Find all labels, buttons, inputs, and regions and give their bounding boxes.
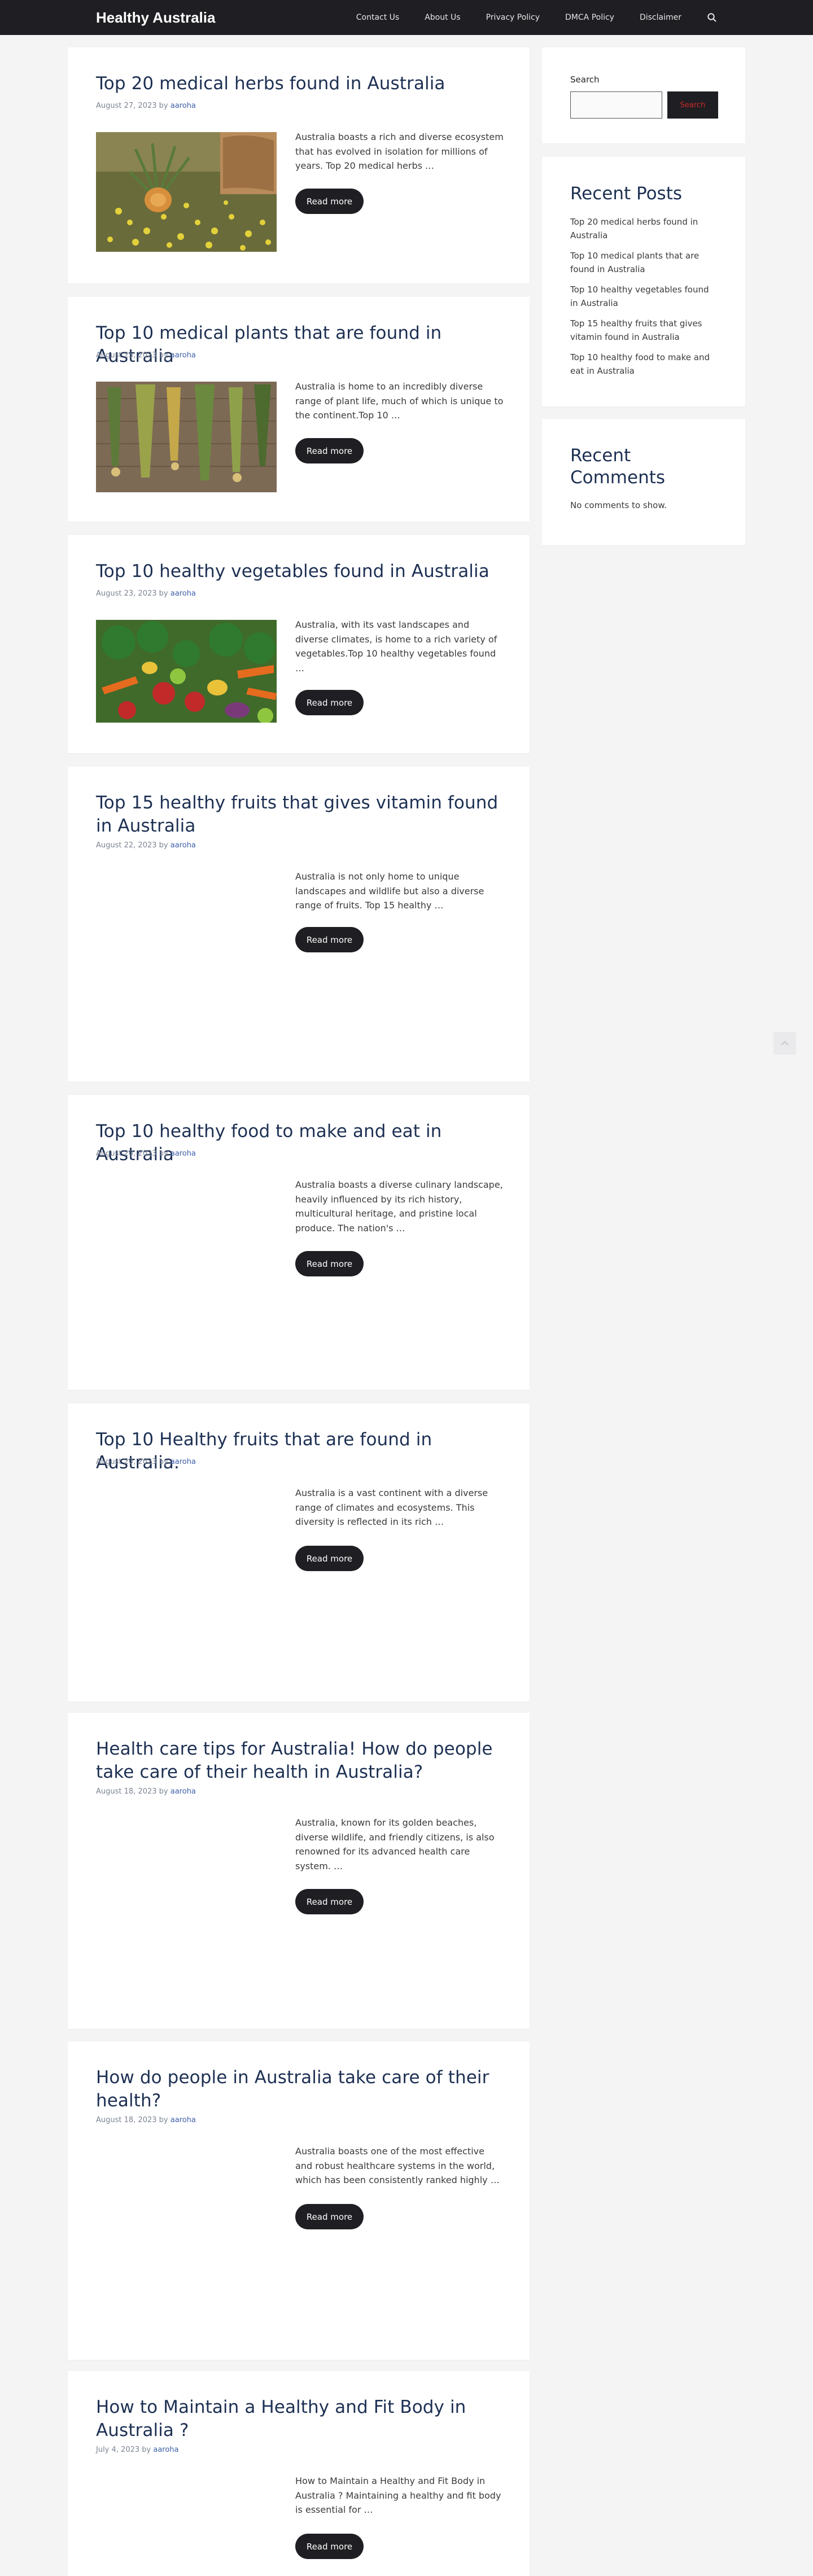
- main-navigation: Contact Us About Us Privacy Policy DMCA …: [331, 0, 717, 35]
- nav-contact-us[interactable]: Contact Us: [356, 13, 399, 22]
- post-card: Health care tips for Australia! How do p…: [68, 1713, 530, 2029]
- search-icon[interactable]: [707, 12, 717, 23]
- read-more-button[interactable]: Read more: [295, 1251, 364, 1276]
- post-date[interactable]: August 18, 2023: [96, 2116, 157, 2124]
- post-excerpt: Australia boasts a rich and diverse ecos…: [295, 132, 504, 172]
- post-title[interactable]: How to Maintain a Healthy and Fit Body i…: [96, 2396, 502, 2442]
- post-title[interactable]: Top 10 medical plants that are found in …: [96, 322, 502, 368]
- post-date[interactable]: August 22, 2023: [96, 841, 157, 850]
- post-author[interactable]: aaroha: [171, 1458, 196, 1466]
- recent-post-link[interactable]: Top 20 medical herbs found in Australia: [570, 215, 717, 242]
- post-excerpt: Australia is home to an incredibly diver…: [295, 381, 504, 421]
- post-card: Top 10 healthy vegetables found in Austr…: [68, 535, 530, 753]
- post-meta: August 20, 2023 by aaroha: [96, 1458, 196, 1466]
- recent-posts-widget: Recent Posts Top 20 medical herbs found …: [542, 157, 745, 406]
- read-more-button[interactable]: Read more: [295, 2534, 364, 2559]
- post-excerpt: Australia boasts a diverse culinary land…: [295, 1179, 503, 1234]
- post-meta: August 25, 2023 by aaroha: [96, 351, 196, 360]
- post-title[interactable]: Health care tips for Australia! How do p…: [96, 1738, 502, 1784]
- recent-post-link[interactable]: Top 15 healthy fruits that gives vitamin…: [570, 317, 717, 344]
- post-author[interactable]: aaroha: [171, 1149, 196, 1158]
- post-author[interactable]: aaroha: [153, 2446, 178, 2454]
- no-comments-text: No comments to show.: [570, 500, 667, 510]
- post-title[interactable]: Top 10 Healthy fruits that are found in …: [96, 1428, 502, 1475]
- nav-dmca-policy[interactable]: DMCA Policy: [565, 13, 614, 22]
- post-date[interactable]: August 23, 2023: [96, 589, 157, 598]
- post-title[interactable]: How do people in Australia take care of …: [96, 2066, 502, 2113]
- post-thumbnail-vegetables[interactable]: [96, 620, 277, 723]
- recent-post-link[interactable]: Top 10 healthy vegetables found in Austr…: [570, 283, 717, 310]
- post-date[interactable]: August 25, 2023: [96, 351, 157, 360]
- post-title[interactable]: Top 20 medical herbs found in Australia: [96, 72, 502, 95]
- post-meta: August 18, 2023 by aaroha: [96, 1787, 196, 1796]
- post-title[interactable]: Top 10 healthy vegetables found in Austr…: [96, 560, 502, 583]
- read-more-button[interactable]: Read more: [295, 1889, 364, 1914]
- post-card: How do people in Australia take care of …: [68, 2041, 530, 2360]
- post-date[interactable]: August 27, 2023: [96, 102, 157, 110]
- recent-posts-list: Top 20 medical herbs found in Australia …: [570, 215, 717, 384]
- post-meta: July 4, 2023 by aaroha: [96, 2446, 179, 2454]
- post-meta: August 27, 2023 by aaroha: [96, 102, 196, 110]
- post-thumbnail-plants[interactable]: [96, 382, 277, 492]
- read-more-button[interactable]: Read more: [295, 690, 364, 715]
- site-header: Healthy Australia Contact Us About Us Pr…: [0, 0, 813, 35]
- post-author[interactable]: aaroha: [171, 589, 196, 598]
- read-more-button[interactable]: Read more: [295, 1546, 364, 1571]
- post-thumbnail-herbs[interactable]: [96, 132, 277, 252]
- recent-comments-title: Recent Comments: [570, 445, 666, 488]
- read-more-button[interactable]: Read more: [295, 189, 364, 214]
- search-widget: Search Search: [542, 47, 745, 143]
- post-author[interactable]: aaroha: [171, 351, 196, 360]
- post-meta: August 23, 2023 by aaroha: [96, 589, 196, 598]
- search-input[interactable]: [570, 91, 662, 119]
- read-more-button[interactable]: Read more: [295, 438, 364, 463]
- post-card: Top 10 healthy food to make and eat in A…: [68, 1095, 530, 1390]
- post-date[interactable]: August 20, 2023: [96, 1149, 157, 1158]
- post-author[interactable]: aaroha: [171, 1787, 196, 1796]
- recent-comments-widget: Recent Comments No comments to show.: [542, 419, 745, 545]
- post-author[interactable]: aaroha: [171, 102, 196, 110]
- post-excerpt: Australia is not only home to unique lan…: [295, 871, 484, 911]
- recent-posts-title: Recent Posts: [570, 183, 683, 204]
- post-excerpt: Australia, known for its golden beaches,…: [295, 1817, 495, 1871]
- read-more-button[interactable]: Read more: [295, 2204, 364, 2229]
- post-card: Top 20 medical herbs found in Australia …: [68, 47, 530, 283]
- post-date[interactable]: August 20, 2023: [96, 1458, 157, 1466]
- chevron-up-icon: [781, 1040, 789, 1046]
- post-card: How to Maintain a Healthy and Fit Body i…: [68, 2371, 530, 2576]
- post-meta: August 18, 2023 by aaroha: [96, 2116, 196, 2124]
- post-excerpt: Australia, with its vast landscapes and …: [295, 619, 497, 673]
- scroll-to-top-button[interactable]: [773, 1032, 796, 1055]
- post-author[interactable]: aaroha: [171, 2116, 196, 2124]
- nav-privacy-policy[interactable]: Privacy Policy: [486, 13, 540, 22]
- recent-post-link[interactable]: Top 10 medical plants that are found in …: [570, 249, 717, 276]
- post-date[interactable]: July 4, 2023: [96, 2446, 139, 2454]
- post-author[interactable]: aaroha: [171, 841, 196, 850]
- post-excerpt: Australia is a vast continent with a div…: [295, 1488, 488, 1528]
- nav-about-us[interactable]: About Us: [425, 13, 460, 22]
- post-card: Top 10 medical plants that are found in …: [68, 297, 530, 522]
- search-label: Search: [570, 75, 600, 85]
- post-excerpt: Australia boasts one of the most effecti…: [295, 2146, 500, 2186]
- nav-disclaimer[interactable]: Disclaimer: [640, 13, 681, 22]
- post-excerpt: How to Maintain a Healthy and Fit Body i…: [295, 2476, 501, 2516]
- search-button[interactable]: Search: [667, 91, 718, 119]
- post-meta: August 22, 2023 by aaroha: [96, 841, 196, 850]
- recent-post-link[interactable]: Top 10 healthy food to make and eat in A…: [570, 351, 717, 378]
- site-title[interactable]: Healthy Australia: [96, 9, 215, 27]
- post-card: Top 15 healthy fruits that gives vitamin…: [68, 767, 530, 1082]
- post-date[interactable]: August 18, 2023: [96, 1787, 157, 1796]
- post-meta: August 20, 2023 by aaroha: [96, 1149, 196, 1158]
- post-card: Top 10 Healthy fruits that are found in …: [68, 1403, 530, 1702]
- post-title[interactable]: Top 15 healthy fruits that gives vitamin…: [96, 791, 502, 838]
- read-more-button[interactable]: Read more: [295, 927, 364, 952]
- post-title[interactable]: Top 10 healthy food to make and eat in A…: [96, 1120, 502, 1166]
